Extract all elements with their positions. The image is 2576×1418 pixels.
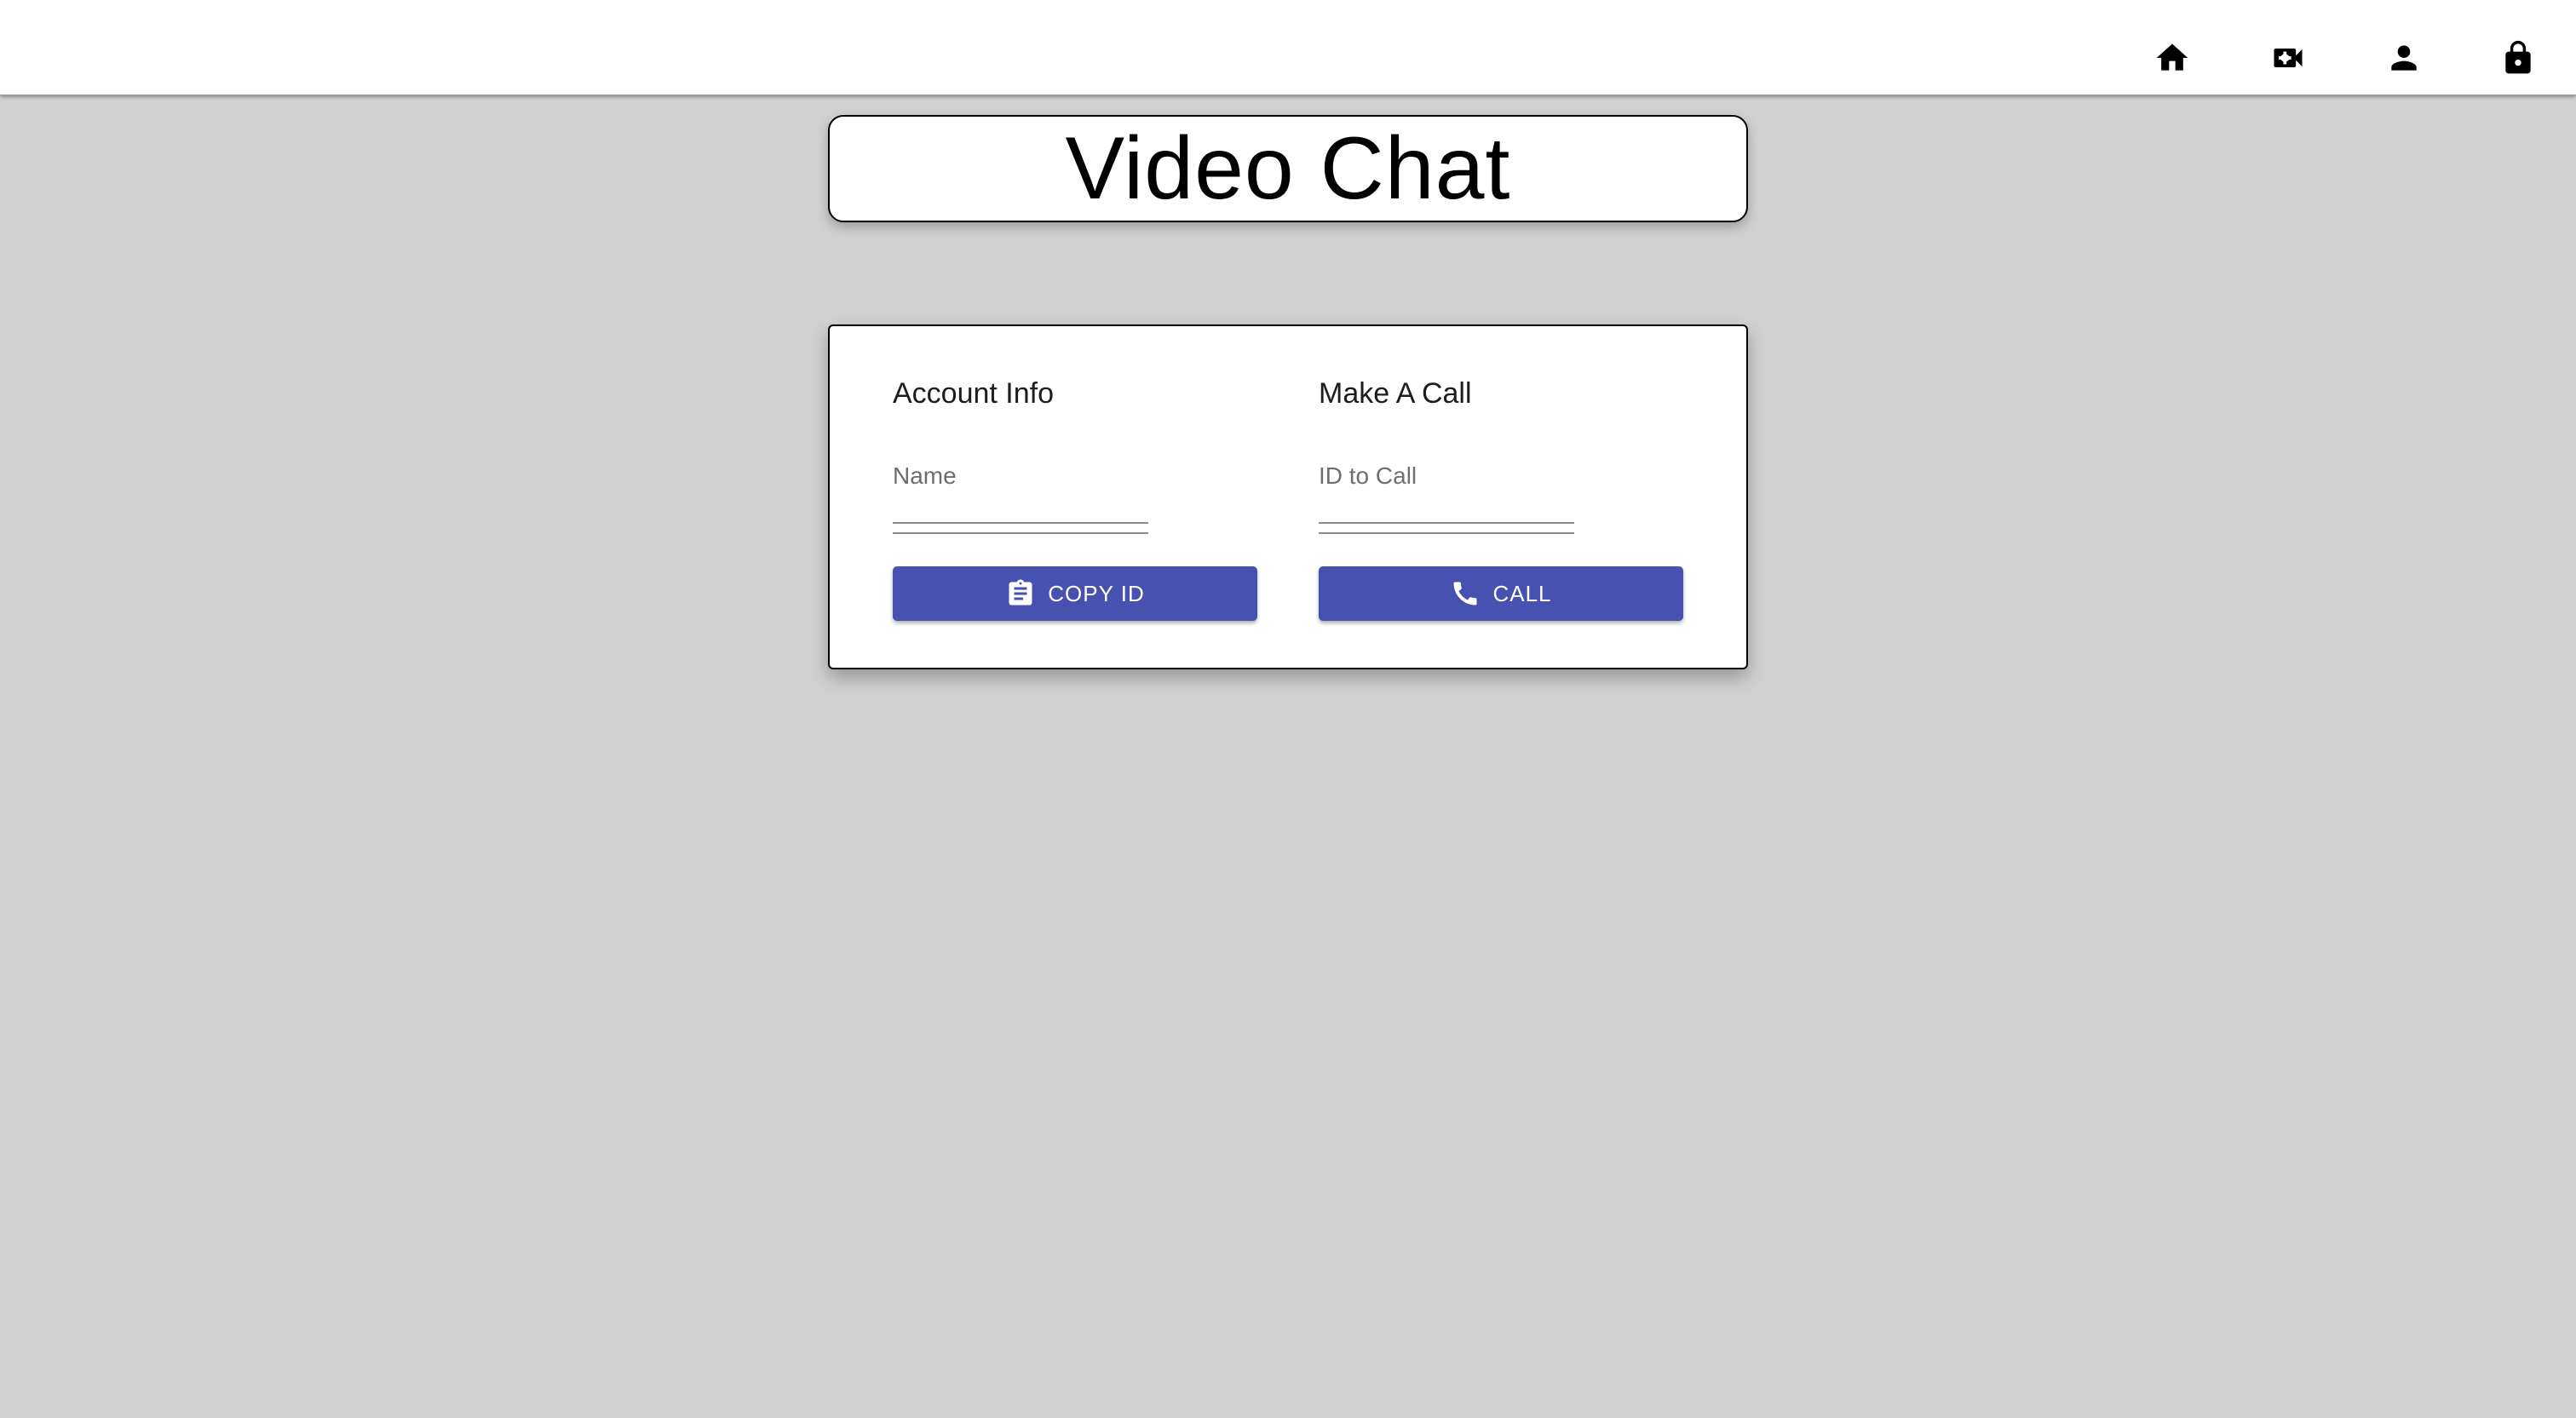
copy-id-label: COPY ID — [1048, 580, 1145, 606]
name-underline — [893, 522, 1148, 524]
name-field: Name — [893, 462, 1148, 534]
lock-icon[interactable] — [2491, 31, 2545, 85]
make-call-heading: Make A Call — [1319, 377, 1472, 410]
video-icon[interactable] — [2261, 31, 2315, 85]
call-button[interactable]: CALL — [1319, 566, 1683, 621]
id-underline-secondary — [1319, 532, 1574, 534]
controls-card: Account Info Name COPY ID Make A Call ID… — [828, 324, 1748, 669]
name-label: Name — [893, 462, 957, 489]
top-app-bar — [0, 0, 2576, 95]
name-input[interactable] — [893, 491, 1148, 517]
name-underline-secondary — [893, 532, 1148, 534]
person-icon[interactable] — [2377, 31, 2431, 85]
id-to-call-label: ID to Call — [1319, 462, 1417, 489]
id-to-call-field: ID to Call — [1319, 462, 1574, 534]
title-card: Video Chat — [828, 115, 1748, 222]
clipboard-icon — [1005, 578, 1036, 609]
home-icon[interactable] — [2145, 31, 2199, 85]
id-underline — [1319, 522, 1574, 524]
phone-icon — [1450, 578, 1481, 609]
id-to-call-input[interactable] — [1319, 491, 1574, 517]
copy-id-button[interactable]: COPY ID — [893, 566, 1257, 621]
account-info-heading: Account Info — [893, 377, 1055, 410]
call-label: CALL — [1492, 580, 1552, 606]
page-title: Video Chat — [1065, 119, 1511, 218]
